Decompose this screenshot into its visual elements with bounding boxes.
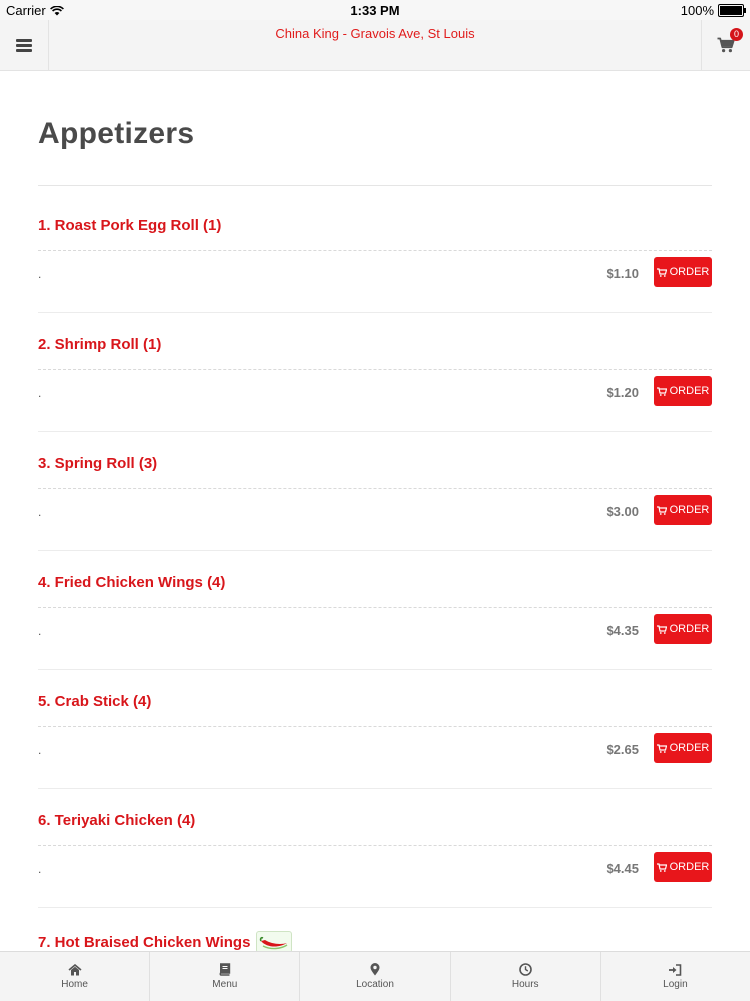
item-price: $4.45 [606,861,639,876]
order-label: ORDER [669,742,710,754]
item-price: $2.65 [606,742,639,757]
item-description: . [38,862,42,876]
order-label: ORDER [669,504,710,516]
tab-label: Location [356,979,394,990]
tab-label: Hours [511,979,539,990]
item-name: 1. Roast Pork Egg Roll (1) [38,217,222,234]
status-bar: Carrier 1:33 PM 100% [0,0,750,20]
cart-icon [656,743,667,753]
item-description: . [38,624,42,638]
item-price: $4.35 [606,623,639,638]
item-price: $1.10 [606,266,639,281]
order-button[interactable]: ORDER [654,852,712,882]
cart-icon [656,862,667,872]
order-button[interactable]: ORDER [654,257,712,287]
order-button[interactable]: ORDER [654,733,712,763]
hamburger-icon [16,38,32,52]
item-description: . [38,505,42,519]
cart-icon [656,386,667,396]
order-button[interactable]: ORDER [654,376,712,406]
tab-label: Menu [212,979,238,990]
item-name: 6. Teriyaki Chicken (4) [38,812,196,829]
battery-indicator: 100% [680,3,746,18]
order-button[interactable]: ORDER [654,495,712,525]
tab-label: Login [663,978,688,990]
restaurant-title: China King - Gravois Ave, St Louis [275,26,475,41]
tab-login[interactable]: Login [601,952,750,1001]
cart-icon [656,267,667,277]
cart-count-badge: 0 [730,28,743,41]
order-label: ORDER [669,861,710,873]
home-icon [68,963,82,975]
item-name: 2. Shrimp Roll (1) [38,336,162,353]
item-name: 7. Hot Braised Chicken Wings [38,933,251,951]
clock-icon [518,963,532,976]
order-button[interactable]: ORDER [654,614,712,644]
item-description: . [38,386,42,400]
menu-button[interactable] [0,20,49,70]
menu-item: 4. Fried Chicken Wings (4) . $4.35 ORDER [38,551,712,670]
item-divider [38,488,712,489]
item-name: 3. Spring Roll (3) [38,455,158,472]
top-nav-bar: China King - Gravois Ave, St Louis 0 [0,20,750,71]
book-icon [219,963,231,976]
cart-icon [656,624,667,634]
menu-item: 7. Hot Braised Chicken Wings [38,908,712,953]
item-price: $3.00 [606,504,639,519]
item-divider [38,845,712,846]
tab-label: Home [61,978,88,990]
tab-hours[interactable]: Hours [451,952,601,1001]
item-name: 4. Fried Chicken Wings (4) [38,574,226,591]
tab-home[interactable]: Home [0,952,151,1001]
item-divider [38,607,712,608]
section-title: Appetizers [38,117,195,150]
item-description: . [38,743,42,757]
menu-item: 6. Teriyaki Chicken (4) . $4.45 ORDER [38,789,712,908]
item-description: . [38,267,42,281]
battery-icon [718,4,746,17]
menu-item: 5. Crab Stick (4) . $2.65 ORDER [38,670,712,789]
menu-item: 1. Roast Pork Egg Roll (1) . $1.10 ORDER [38,194,712,313]
battery-percent: 100% [680,3,714,18]
order-label: ORDER [669,266,710,278]
tab-location[interactable]: Location [300,952,451,1001]
map-pin-icon [370,963,380,976]
bottom-tab-bar: Home Menu Location Hours Login [0,951,750,1001]
item-divider [38,369,712,370]
item-divider [38,726,712,727]
cart-button[interactable]: 0 [701,20,750,70]
item-name: 5. Crab Stick (4) [38,693,152,710]
item-name-row: 7. Hot Braised Chicken Wings [38,931,293,953]
order-label: ORDER [669,385,710,397]
clock-time: 1:33 PM [350,3,400,18]
spicy-pepper-icon [256,931,293,953]
tab-menu[interactable]: Menu [150,952,301,1001]
cart-icon [656,505,667,515]
order-label: ORDER [669,623,710,635]
section-divider [38,185,712,186]
menu-item: 2. Shrimp Roll (1) . $1.20 ORDER [38,313,712,432]
item-divider [38,250,712,251]
menu-item: 3. Spring Roll (3) . $3.00 ORDER [38,432,712,551]
login-icon [669,963,682,976]
item-price: $1.20 [606,385,639,400]
